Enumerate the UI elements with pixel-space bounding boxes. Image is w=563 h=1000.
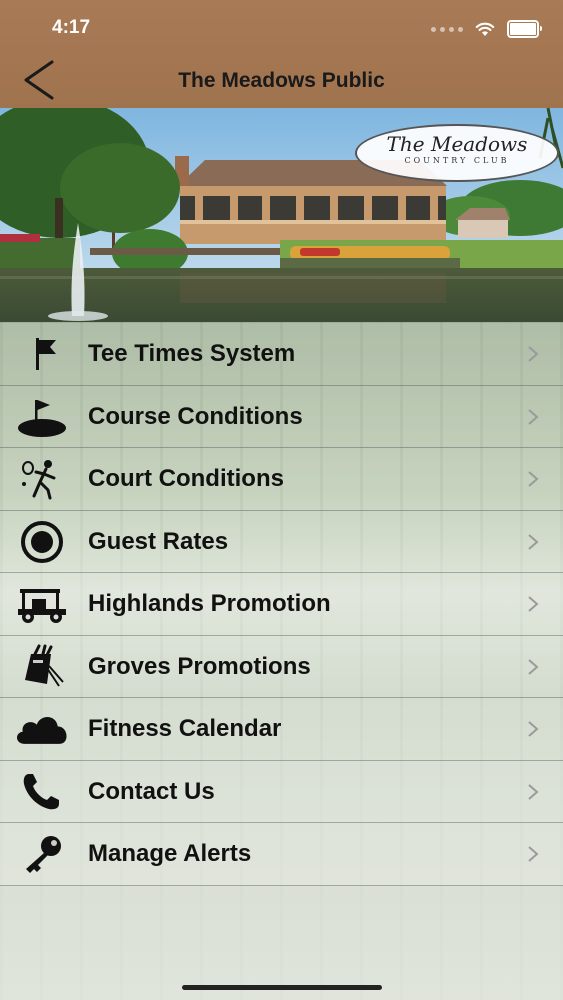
menu-item-tee-times[interactable]: Tee Times System [0,323,563,386]
chevron-right-icon [528,721,539,737]
menu-item-label: Tee Times System [88,340,296,367]
status-indicators [431,18,542,40]
menu-item-court-conditions[interactable]: Court Conditions [0,448,563,511]
menu-item-label: Fitness Calendar [88,715,282,742]
golf-cart-icon [14,581,70,627]
menu-item-label: Contact Us [88,777,215,805]
signal-icon [431,26,463,32]
flag-icon [14,331,70,377]
target-icon [14,519,70,565]
menu-item-highlands-promotion[interactable]: Highlands Promotion [0,573,563,636]
menu-item-label: Manage Alerts [88,840,252,867]
menu-item-label: Groves Promotions [88,652,311,680]
phone-icon [14,769,70,815]
golf-green-icon [14,394,70,440]
menu-item-groves-promotions[interactable]: Groves Promotions [0,635,563,698]
page-title: The Meadows Public [178,69,385,92]
chevron-right-icon [528,658,539,675]
battery-icon [507,20,542,38]
wifi-icon [475,22,495,36]
chevron-right-icon [528,846,539,862]
chevron-right-icon [528,596,539,612]
menu-item-manage-alerts[interactable]: Manage Alerts [0,823,563,886]
chevron-right-icon [528,471,539,487]
key-icon [14,831,70,877]
chevron-right-icon [528,533,539,550]
chevron-right-icon [528,346,539,362]
golf-bag-icon [14,644,70,690]
menu-item-course-conditions[interactable]: Course Conditions [0,385,563,448]
menu-item-guest-rates[interactable]: Guest Rates [0,510,563,573]
chevron-right-icon [528,408,539,425]
menu-item-label: Guest Rates [88,527,229,555]
cloud-icon [14,706,70,752]
home-indicator[interactable] [182,985,382,990]
tennis-player-icon [14,456,70,502]
menu-item-label: Court Conditions [88,465,284,492]
clubhouse-photo: The Meadows COUNTRY CLUB [0,108,563,322]
main-menu: Tee Times System Course Conditions Court… [0,323,563,886]
status-time: 4:17 [52,17,91,38]
navigation-bar: 4:17 The Meadows Public [0,0,563,108]
menu-item-contact-us[interactable]: Contact Us [0,760,563,823]
menu-item-label: Course Conditions [88,402,303,430]
chevron-right-icon [528,783,539,800]
menu-item-label: Highlands Promotion [88,590,331,617]
club-logo: The Meadows COUNTRY CLUB [355,124,559,182]
menu-item-fitness-calendar[interactable]: Fitness Calendar [0,698,563,761]
